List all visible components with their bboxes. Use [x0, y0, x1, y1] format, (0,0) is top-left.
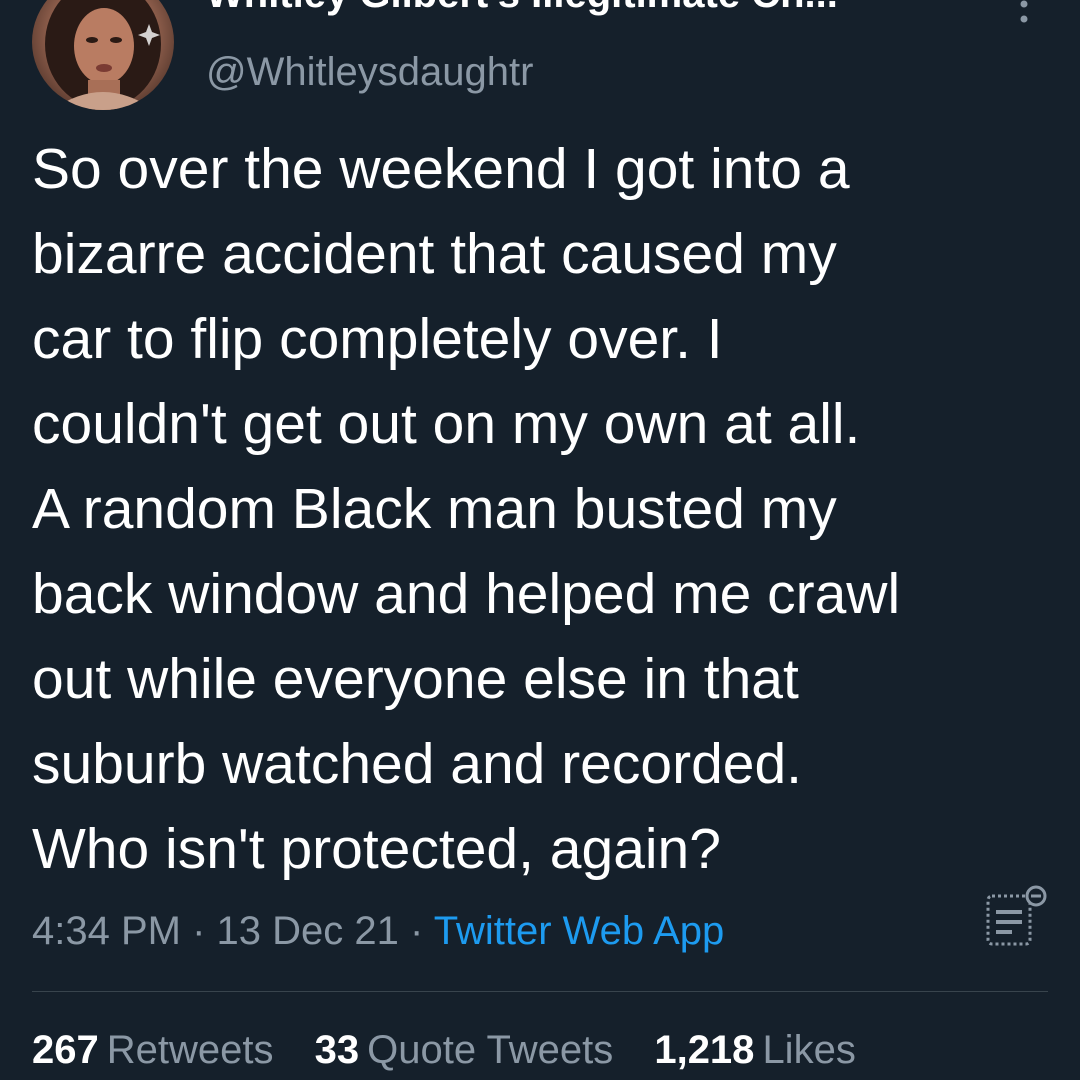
- quote-tweets-stat[interactable]: 33 Quote Tweets: [315, 1028, 614, 1072]
- tweet-stats: 267 Retweets 33 Quote Tweets 1,218 Likes: [32, 1026, 886, 1074]
- more-vertical-icon[interactable]: [1014, 0, 1034, 30]
- tweet-line: suburb watched and recorded.: [32, 732, 803, 796]
- tweet-text: So over the weekend I got into a bizarre…: [32, 127, 1052, 892]
- tweet-source-link[interactable]: Twitter Web App: [434, 909, 725, 953]
- tweet-line: car to flip completely over. I: [32, 307, 723, 371]
- user-handle[interactable]: @Whitleysdaughtr: [206, 52, 533, 92]
- retweets-stat[interactable]: 267 Retweets: [32, 1028, 274, 1072]
- quote-tweets-label: Quote Tweets: [367, 1028, 614, 1072]
- tweet-line: bizarre accident that caused my: [32, 222, 837, 286]
- tweet-line: Who isn't protected, again?: [32, 817, 721, 881]
- analytics-icon[interactable]: [982, 884, 1048, 950]
- tweet-line: A random Black man busted my: [32, 477, 837, 541]
- tweet-meta: 4:34 PM · 13 Dec 21 · Twitter Web App: [32, 907, 724, 955]
- retweets-label: Retweets: [106, 1028, 274, 1072]
- tweet-time[interactable]: 4:34 PM: [32, 909, 181, 953]
- likes-label: Likes: [762, 1028, 856, 1072]
- likes-count: 1,218: [654, 1028, 755, 1072]
- retweets-count: 267: [32, 1028, 99, 1072]
- tweet-date[interactable]: 13 Dec 21: [217, 909, 399, 953]
- tweet-line: So over the weekend I got into a: [32, 137, 850, 201]
- divider: [32, 991, 1048, 992]
- likes-stat[interactable]: 1,218 Likes: [654, 1028, 856, 1072]
- tweet-line: back window and helped me crawl: [32, 562, 901, 626]
- tweet-line: couldn't get out on my own at all.: [32, 392, 861, 456]
- tweet-line: out while everyone else in that: [32, 647, 799, 711]
- display-name[interactable]: Whitley Gilbert's Illegitimate Ch...: [206, 0, 838, 14]
- avatar[interactable]: [32, 0, 174, 110]
- meta-separator: ·: [192, 909, 206, 953]
- meta-separator: ·: [410, 909, 424, 953]
- quote-tweets-count: 33: [314, 1028, 360, 1072]
